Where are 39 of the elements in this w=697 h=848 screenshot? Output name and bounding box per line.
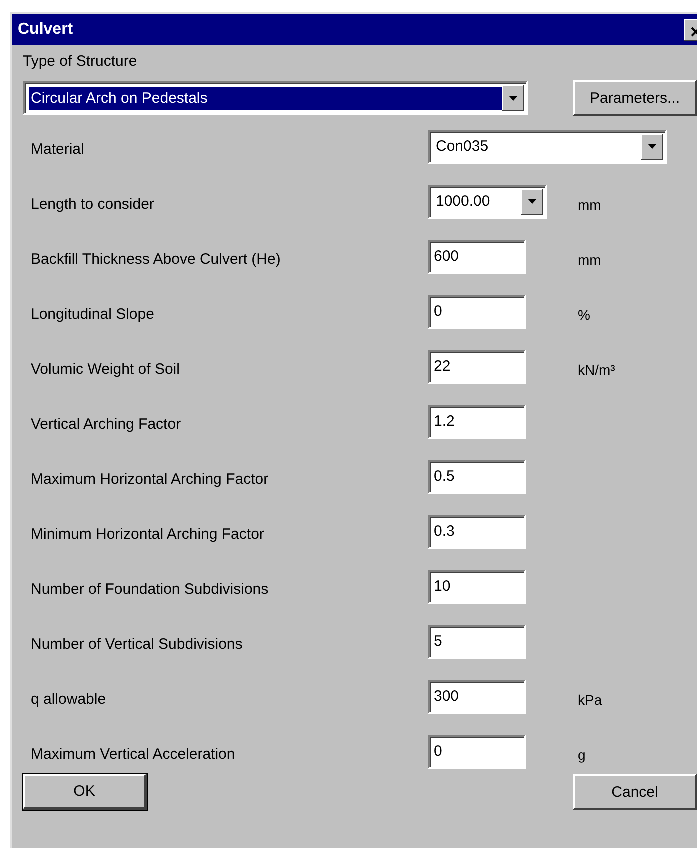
field-label: Number of Vertical Subdivisions — [31, 636, 244, 653]
field-label: Longitudinal Slope — [31, 306, 156, 323]
input-field[interactable]: 600 — [428, 240, 526, 274]
field-label: Volumic Weight of Soil — [31, 361, 181, 378]
input-field[interactable]: 22 — [428, 350, 526, 384]
input-field[interactable]: 10 — [428, 570, 526, 604]
unit-label: g — [578, 746, 587, 762]
unit-label: mm — [578, 196, 602, 212]
dropdown[interactable]: 1000.00 — [428, 184, 547, 218]
unit-label: kPa — [578, 692, 604, 708]
cancel-button[interactable]: Cancel — [573, 774, 697, 810]
field-label: Material — [31, 141, 86, 158]
field-label: Length to consider — [31, 196, 156, 213]
input-field[interactable]: 0.5 — [428, 460, 526, 494]
field-label: Minimum Horizontal Arching Factor — [31, 526, 266, 543]
structure-type-dropdown[interactable]: Circular Arch on Pedestals — [23, 81, 528, 115]
field-label: Maximum Vertical Acceleration — [31, 746, 236, 763]
input-field[interactable]: 1.2 — [428, 404, 526, 438]
input-field[interactable]: 300 — [428, 680, 526, 714]
ok-button[interactable]: OK — [23, 774, 147, 810]
field-label: Number of Foundation Subdivisions — [31, 581, 270, 598]
dropdown-arrow-icon — [528, 199, 536, 204]
field-label: Backfill Thickness Above Culvert (He) — [31, 251, 282, 268]
unit-label: mm — [578, 252, 602, 268]
input-field[interactable]: 5 — [428, 624, 526, 658]
window-title: Culvert — [18, 20, 74, 38]
field-label: q allowable — [31, 691, 108, 708]
unit-label: kN/m³ — [578, 362, 616, 378]
field-label: Maximum Horizontal Arching Factor — [31, 471, 270, 488]
dropdown-arrow-icon — [508, 96, 518, 100]
parameters-button[interactable]: Parameters... — [573, 80, 697, 116]
structure-type-label: Type of Structure — [23, 53, 138, 70]
input-field[interactable]: 0.3 — [428, 514, 526, 548]
unit-label: % — [578, 306, 592, 322]
input-field[interactable]: 0 — [428, 734, 526, 768]
dropdown-arrow-icon — [648, 144, 656, 149]
input-field[interactable]: 0 — [428, 294, 526, 328]
dropdown[interactable]: Con035 — [428, 130, 667, 164]
field-label: Vertical Arching Factor — [31, 416, 182, 433]
